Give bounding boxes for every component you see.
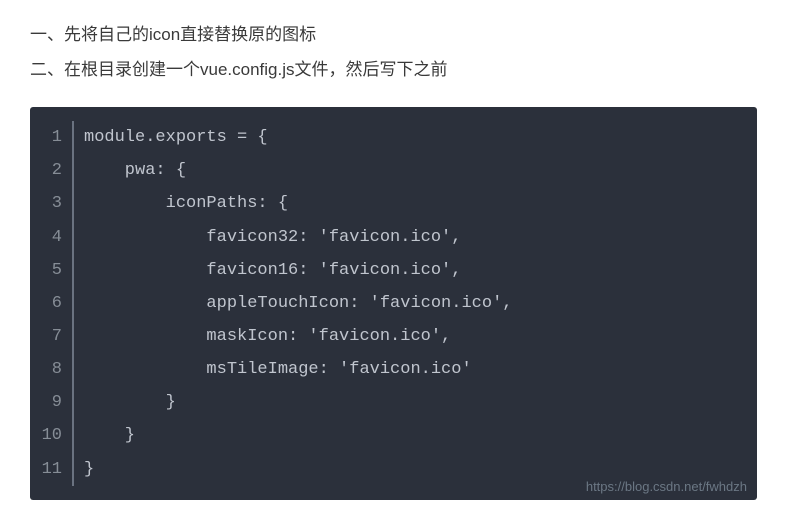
watermark: https://blog.csdn.net/fwhdzh <box>586 479 747 494</box>
code-row: 10 } <box>30 419 757 452</box>
code-text: appleTouchIcon: 'favicon.ico', <box>74 287 512 320</box>
instruction-line-1: 一、先将自己的icon直接替换原的图标 <box>30 20 757 51</box>
code-text: } <box>74 419 135 452</box>
code-row: 8 msTileImage: 'favicon.ico' <box>30 353 757 386</box>
line-number: 3 <box>30 187 72 220</box>
line-number: 7 <box>30 320 72 353</box>
code-block: 1module.exports = {2 pwa: {3 iconPaths: … <box>30 107 757 500</box>
code-row: 7 maskIcon: 'favicon.ico', <box>30 320 757 353</box>
instruction-line-2: 二、在根目录创建一个vue.config.js文件，然后写下之前 <box>30 55 757 86</box>
code-text: pwa: { <box>74 154 186 187</box>
code-row: 2 pwa: { <box>30 154 757 187</box>
line-number: 2 <box>30 154 72 187</box>
code-text: favicon32: 'favicon.ico', <box>74 221 461 254</box>
line-number: 8 <box>30 353 72 386</box>
line-number: 11 <box>30 453 72 486</box>
code-row: 1module.exports = { <box>30 121 757 154</box>
code-text: favicon16: 'favicon.ico', <box>74 254 461 287</box>
code-row: 9 } <box>30 386 757 419</box>
code-text: } <box>74 386 176 419</box>
line-number: 9 <box>30 386 72 419</box>
line-number: 4 <box>30 221 72 254</box>
code-text: iconPaths: { <box>74 187 288 220</box>
code-row: 6 appleTouchIcon: 'favicon.ico', <box>30 287 757 320</box>
instructions-block: 一、先将自己的icon直接替换原的图标 二、在根目录创建一个vue.config… <box>30 20 757 85</box>
code-lines-wrap: 1module.exports = {2 pwa: {3 iconPaths: … <box>30 121 757 486</box>
code-text: maskIcon: 'favicon.ico', <box>74 320 451 353</box>
line-number: 5 <box>30 254 72 287</box>
line-number: 1 <box>30 121 72 154</box>
line-number: 10 <box>30 419 72 452</box>
code-row: 5 favicon16: 'favicon.ico', <box>30 254 757 287</box>
code-row: 4 favicon32: 'favicon.ico', <box>30 221 757 254</box>
code-text: module.exports = { <box>74 121 268 154</box>
code-row: 3 iconPaths: { <box>30 187 757 220</box>
line-number: 6 <box>30 287 72 320</box>
code-text: } <box>74 453 94 486</box>
code-text: msTileImage: 'favicon.ico' <box>74 353 472 386</box>
